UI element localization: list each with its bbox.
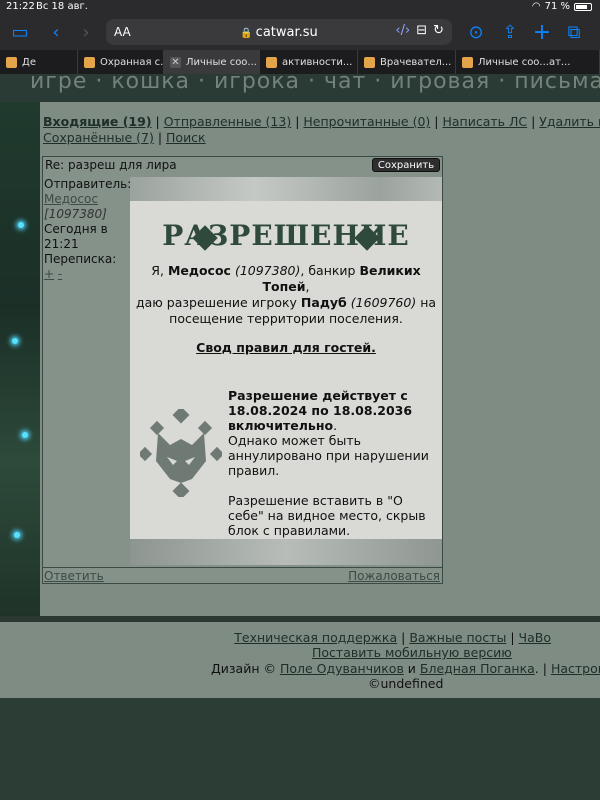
validity-text: Разрешение действует с 18.08.2024 по 18.…: [228, 388, 429, 538]
sent-link[interactable]: Отправленные (13): [164, 114, 291, 129]
tab-2[interactable]: Охранная с...: [78, 50, 164, 74]
date-line-2: 21:21: [44, 237, 79, 251]
wifi-icon: ◠: [531, 1, 541, 12]
lock-icon: 🔒: [240, 28, 253, 39]
saved-link[interactable]: Сохранённые (7): [43, 130, 154, 145]
faq-link[interactable]: ЧаВо: [519, 630, 551, 645]
permit-title: РАЗРЕШЕНИЕ: [162, 219, 410, 252]
thread-label: Переписка:: [44, 252, 117, 266]
annul-note: Однако может быть аннулировано при наруш…: [228, 433, 429, 478]
grantor-name: Медосос: [167, 263, 231, 278]
address-bar[interactable]: AA 🔒 catwar.su ‹/› ⊟ ↻: [106, 19, 452, 45]
url-text: catwar.su: [255, 25, 318, 40]
copyright: ©undefined: [368, 676, 444, 691]
cat-favicon-icon: [266, 56, 277, 68]
sender-label: Отправитель:: [44, 177, 132, 191]
permit-statement: Я, Медосос (1097380), банкир Великих Топ…: [135, 263, 437, 326]
sidebar-icon[interactable]: ▭: [8, 20, 32, 44]
insert-note: Разрешение вставить в "О себе" на видное…: [228, 493, 426, 538]
spark-icon: [12, 338, 18, 344]
download-icon[interactable]: ⊙: [464, 20, 488, 44]
close-icon[interactable]: ✕: [170, 56, 181, 68]
back-icon[interactable]: ‹: [44, 20, 68, 44]
sender-id: [1097380]: [44, 207, 107, 221]
page-background-bottom: [0, 698, 600, 800]
grantee-id: (1609760): [350, 295, 417, 310]
validity-period: Разрешение действует с 18.08.2024 по 18.…: [228, 388, 413, 433]
site-footer: Техническая поддержка | Важные посты | Ч…: [0, 622, 600, 698]
battery-percent: 71 %: [544, 1, 570, 12]
spark-icon: [22, 432, 28, 438]
reply-link[interactable]: Ответить: [44, 569, 104, 583]
unread-link[interactable]: Непрочитанные (0): [303, 114, 430, 129]
report-link[interactable]: Пожаловаться: [348, 569, 440, 583]
share-icon[interactable]: ⇪: [498, 20, 522, 44]
new-tab-icon[interactable]: +: [530, 20, 554, 45]
sender-name-link[interactable]: Медосос: [44, 192, 98, 206]
message-actions: Ответить Пожаловаться: [43, 567, 442, 583]
thread-expand-link[interactable]: +: [44, 267, 54, 281]
cat-favicon-icon: [6, 56, 17, 68]
support-link[interactable]: Техническая поддержка: [234, 630, 397, 645]
ios-status-bar: 21:22 Вс 18 авг. ◠ 71 %: [0, 0, 600, 14]
mobile-version-link[interactable]: Поставить мобильную версию: [312, 645, 512, 660]
design-author-b-link[interactable]: Бледная Поганка: [420, 661, 535, 676]
tab-6[interactable]: Личные соо...ат...: [456, 50, 600, 74]
inbox-link[interactable]: Входящие (19): [43, 114, 152, 129]
cat-favicon-icon: [84, 56, 95, 68]
extension-icon[interactable]: ⊟: [416, 23, 427, 38]
message-subject: Re: разреш для лира: [45, 158, 177, 172]
sender-info: Отправитель: Медосос [1097380] Сегодня в…: [43, 177, 131, 282]
foliage-decoration: [0, 102, 40, 616]
grantor-id: (1097380): [234, 263, 301, 278]
spark-icon: [18, 222, 24, 228]
rules-link[interactable]: Свод правил для гостей.: [130, 340, 442, 355]
tabs-overview-icon[interactable]: ⧉: [562, 20, 586, 44]
decorative-strip: [130, 539, 442, 565]
site-banner: игре · кошка · игрока · чат · игровая · …: [0, 74, 600, 102]
thread-collapse-link[interactable]: -: [58, 267, 62, 281]
cat-favicon-icon: [364, 56, 375, 68]
save-button[interactable]: Сохранить: [372, 158, 440, 172]
important-posts-link[interactable]: Важные посты: [409, 630, 506, 645]
tab-1[interactable]: Де: [0, 50, 78, 74]
clan-crest-icon: [140, 409, 222, 497]
search-link[interactable]: Поиск: [166, 130, 206, 145]
design-author-a-link[interactable]: Поле Одуванчиков: [280, 661, 404, 676]
tab-4[interactable]: активности...: [260, 50, 358, 74]
code-icon[interactable]: ‹/›: [395, 23, 410, 38]
browser-toolbar: ▭ ‹ › AA 🔒 catwar.su ‹/› ⊟ ↻ ⊙ ⇪ + ⧉: [0, 14, 600, 50]
tab-bar: Де Охранная с... ✕ Личные соо... активнос…: [0, 50, 600, 74]
reload-icon[interactable]: ↻: [433, 23, 444, 38]
tab-3-active[interactable]: ✕ Личные соо...: [164, 50, 260, 74]
mail-navigation: Входящие (19) | Отправленные (13) | Непр…: [43, 114, 600, 146]
date-line-1: Сегодня в: [44, 222, 108, 236]
forward-icon[interactable]: ›: [74, 20, 98, 44]
delete-read-link[interactable]: Удалить проч: [539, 114, 600, 129]
status-time: 21:22: [6, 1, 35, 12]
cat-favicon-icon: [462, 56, 473, 68]
grantee-name: Падуб: [300, 295, 347, 310]
spark-icon: [14, 532, 20, 538]
status-date: Вс 18 авг.: [36, 1, 88, 12]
permit-card: РАЗРЕШЕНИЕ Я, Медосос (1097380), банкир …: [130, 177, 442, 565]
tab-5[interactable]: Врачевател...: [358, 50, 456, 74]
banner-text: игре · кошка · игрока · чат · игровая · …: [30, 74, 600, 94]
decorative-strip: [130, 177, 442, 201]
write-message-link[interactable]: Написать ЛС: [442, 114, 527, 129]
settings-link[interactable]: Настройки: [551, 661, 600, 676]
battery-icon: [574, 2, 592, 11]
